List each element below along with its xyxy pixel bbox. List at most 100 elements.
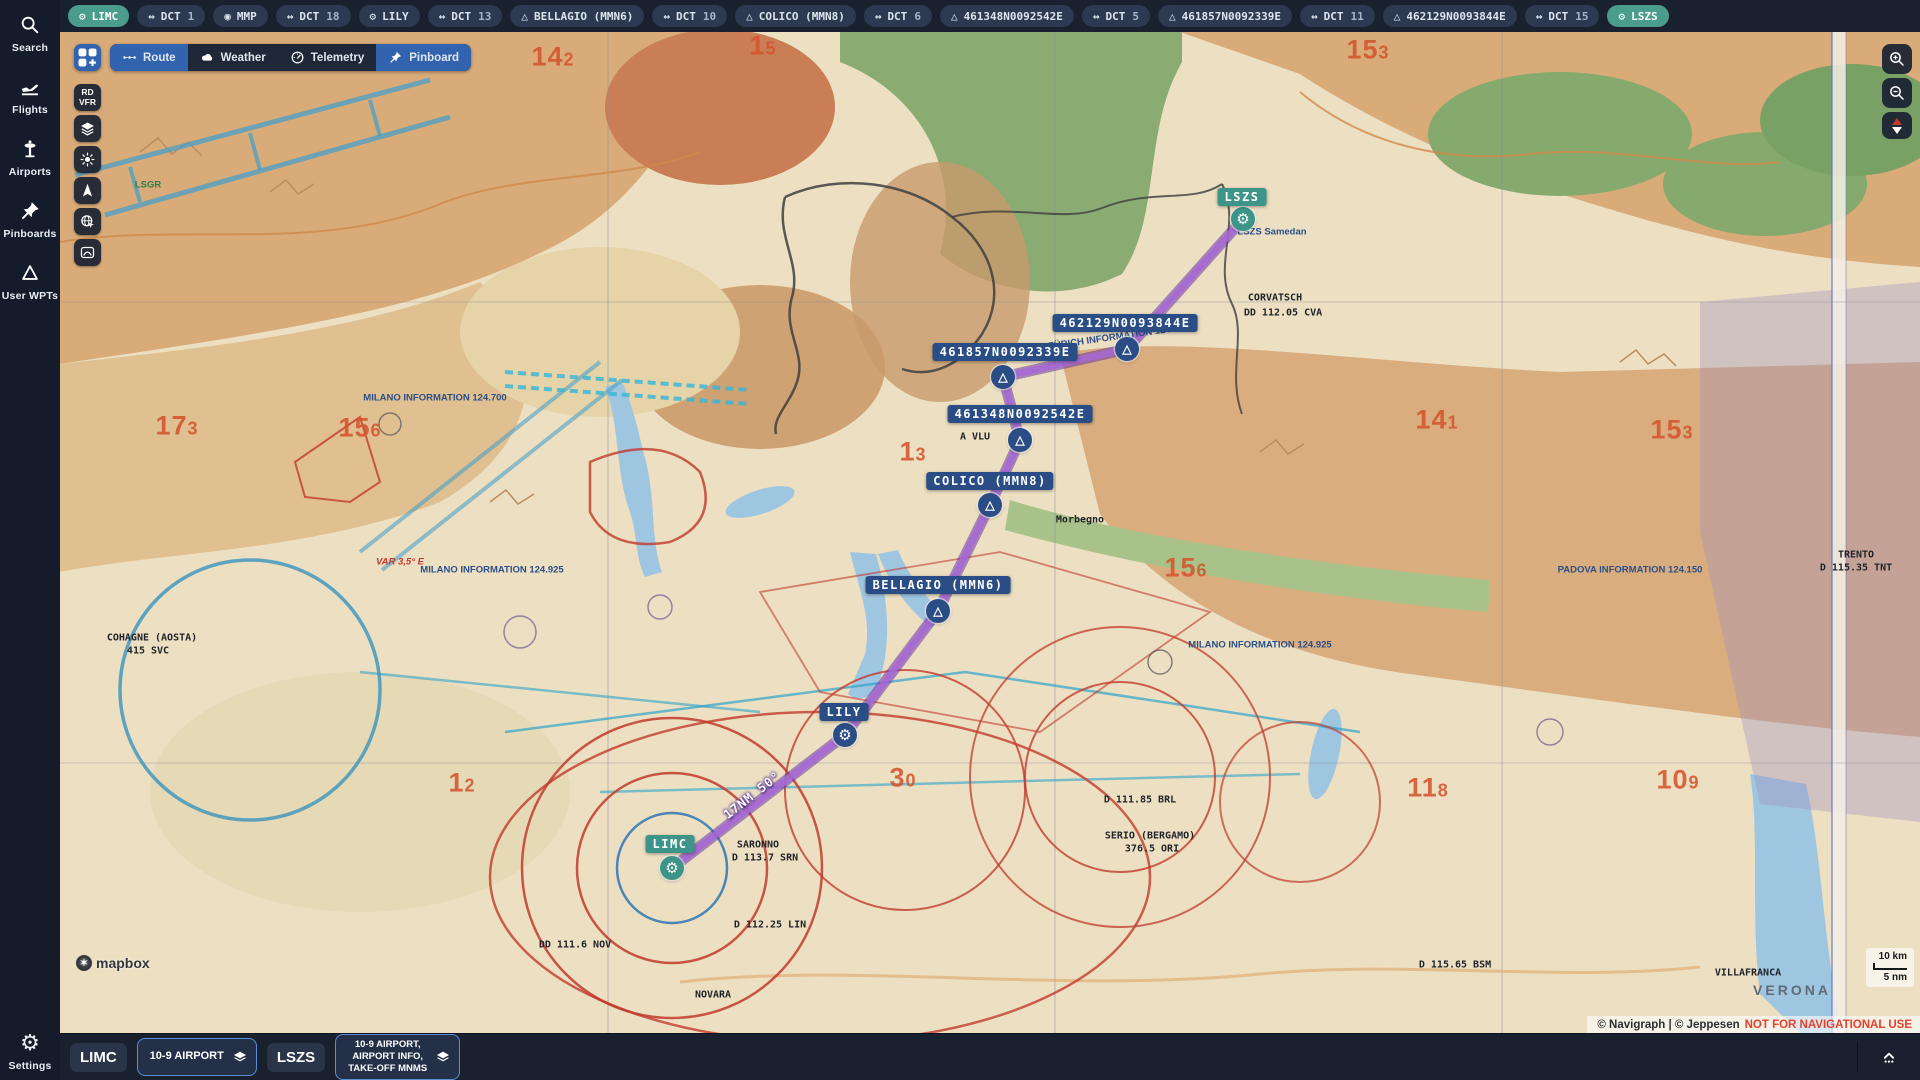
waypoint-label-limc[interactable]: LIMC: [646, 835, 695, 853]
dct-pill-icon: ↔: [148, 11, 155, 22]
sidebar-item-flights[interactable]: Flights: [0, 76, 60, 116]
airport-tower-icon: [19, 138, 41, 160]
waypoint-marker-wpt-461857[interactable]: △: [991, 365, 1015, 389]
globe-select-button[interactable]: [74, 208, 101, 235]
route-item-label: 462129N0093844E: [1406, 10, 1505, 23]
tab-pinboard[interactable]: Pinboard: [376, 44, 471, 71]
profile-toggle-button[interactable]: [1882, 112, 1912, 139]
map-toolbar: Route Weather Telemetry Pinboard: [74, 44, 471, 71]
sidebar-label: Settings: [8, 1060, 51, 1072]
route-item-dct-dct[interactable]: ↔DCT10: [652, 5, 727, 27]
route-item-dct-dct[interactable]: ↔DCT15: [1525, 5, 1600, 27]
route-item-airport-lszs[interactable]: ⚙ LSZS: [1607, 5, 1668, 27]
sidebar-item-user-wpts[interactable]: User WPTs: [0, 262, 60, 302]
dct-pill-icon: ↔: [287, 11, 294, 22]
sidebar-item-pinboards[interactable]: Pinboards: [0, 200, 60, 240]
brightness-button[interactable]: [74, 146, 101, 173]
route-item-user-461857n0092339e[interactable]: △461857N0092339E: [1158, 5, 1292, 27]
zoom-out-button[interactable]: [1882, 78, 1912, 108]
route-item-label: BELLAGIO (MMN6): [534, 10, 633, 23]
route-item-vrp-colico-mmn8-[interactable]: △COLICO (MMN8): [735, 5, 856, 27]
red-up-triangle-icon: [1892, 118, 1902, 125]
expand-panel-button[interactable]: [1868, 1039, 1910, 1075]
destination-airport-button[interactable]: LSZS: [267, 1043, 325, 1072]
route-item-label: LSZS: [1631, 10, 1658, 23]
vrp-pill-icon: △: [746, 11, 753, 22]
waypoint-label-bellagio[interactable]: BELLAGIO (MMN6): [866, 576, 1011, 594]
user-waypoint-triangle-icon: △: [1122, 343, 1131, 355]
zoom-in-button[interactable]: [1882, 44, 1912, 74]
route-item-dct-dct[interactable]: ↔DCT5: [1082, 5, 1150, 27]
measure-button[interactable]: [74, 239, 101, 266]
sidebar-label: Airports: [9, 166, 51, 178]
chart-layers-icon: [232, 1049, 248, 1065]
route-item-label: DCT: [451, 10, 471, 23]
dct-distance-badge: 13: [478, 10, 491, 23]
navigation-arrow-icon: [79, 182, 96, 199]
white-down-triangle-icon: [1892, 127, 1902, 134]
waypoint-label-wpt-462129[interactable]: 462129N0093844E: [1053, 314, 1198, 332]
user-pill-icon: △: [1169, 11, 1176, 22]
route-item-user-462129n0093844e[interactable]: △462129N0093844E: [1383, 5, 1517, 27]
origin-chart-dropdown[interactable]: 10-9 AIRPORT: [137, 1038, 257, 1076]
layers-button[interactable]: [74, 115, 101, 142]
triangle-waypoint-icon: [19, 262, 41, 284]
waypoint-marker-bellagio[interactable]: △: [926, 599, 950, 623]
origin-airport-button[interactable]: LIMC: [70, 1043, 127, 1072]
chart-type-button[interactable]: RD VFR: [74, 84, 101, 111]
brightness-sun-icon: [79, 151, 96, 168]
location-arrow-button[interactable]: [74, 177, 101, 204]
main-column: ⚙LIMC↔DCT1◉MMP↔DCT18⚙LILY↔DCT13△BELLAGIO…: [60, 0, 1920, 1080]
gear-icon: ⚙: [20, 1032, 40, 1054]
user-pill-icon: △: [951, 11, 958, 22]
airport-pill-icon: ⚙: [1618, 11, 1625, 22]
route-item-dct-dct[interactable]: ↔DCT13: [428, 5, 503, 27]
waypoint-marker-colico[interactable]: △: [978, 493, 1002, 517]
dct-distance-badge: 18: [326, 10, 339, 23]
sidebar-item-settings[interactable]: ⚙ Settings: [0, 1032, 60, 1072]
route-item-dct-dct[interactable]: ↔DCT6: [864, 5, 932, 27]
waypoint-label-lszs[interactable]: LSZS: [1218, 188, 1267, 206]
dct-pill-icon: ↔: [1311, 11, 1318, 22]
waypoint-label-colico[interactable]: COLICO (MMN8): [926, 472, 1053, 490]
map-tool-stack: RD VFR: [74, 84, 101, 266]
destination-chart-dropdown[interactable]: 10-9 AIRPORT, AIRPORT INFO, TAKE-OFF MNM…: [335, 1034, 460, 1080]
tab-weather[interactable]: Weather: [188, 44, 278, 71]
dashboard-grid-button[interactable]: [74, 44, 101, 71]
route-item-dct-dct[interactable]: ↔ DCT 18: [276, 5, 351, 27]
waypoint-label-lily[interactable]: LILY: [820, 703, 869, 721]
route-item-airport-limc[interactable]: ⚙LIMC: [68, 5, 129, 27]
route-dots-icon: [122, 50, 137, 65]
waypoint-marker-lily[interactable]: ⚙: [833, 723, 857, 747]
sidebar-item-search[interactable]: Search: [0, 14, 60, 54]
mapbox-icon: ✶: [76, 955, 92, 971]
sidebar-item-airports[interactable]: Airports: [0, 138, 60, 178]
waypoint-marker-limc[interactable]: ⚙: [660, 856, 684, 880]
route-item-vrp-bellagio-mmn6-[interactable]: △BELLAGIO (MMN6): [510, 5, 644, 27]
route-item-label: MMP: [237, 10, 257, 23]
user-waypoint-triangle-icon: △: [1015, 434, 1024, 446]
route-item-user-461348n0092542e[interactable]: △ 461348N0092542E: [940, 5, 1074, 27]
scale-bar: [1873, 963, 1907, 970]
map-canvas[interactable]: 14215153173156131561411531181091230FIS Z…: [60, 32, 1920, 1033]
waypoint-label-wpt-461348[interactable]: 461348N0092542E: [948, 405, 1093, 423]
waypoint-marker-wpt-462129[interactable]: △: [1115, 337, 1139, 361]
pinboard-pin-icon: [388, 50, 403, 65]
dct-distance-badge: 6: [914, 10, 921, 23]
tab-telemetry[interactable]: Telemetry: [278, 44, 376, 71]
waypoint-marker-wpt-461348[interactable]: △: [1008, 428, 1032, 452]
waypoint-marker-lszs[interactable]: ⚙: [1231, 207, 1255, 231]
route-item-label: 461348N0092542E: [964, 10, 1063, 23]
dct-pill-icon: ↔: [1093, 11, 1100, 22]
route-item-dct-dct[interactable]: ↔DCT11: [1300, 5, 1375, 27]
dct-distance-badge: 15: [1575, 10, 1588, 23]
waypoint-label-wpt-461857[interactable]: 461857N0092339E: [933, 343, 1078, 361]
chevron-up-dots-icon: [1879, 1049, 1899, 1065]
bottom-bar-divider: [1857, 1042, 1858, 1072]
route-item-vor-mmp[interactable]: ◉MMP: [213, 5, 268, 27]
route-item-fix-lily[interactable]: ⚙LILY: [359, 5, 420, 27]
route-item-dct-dct[interactable]: ↔DCT1: [137, 5, 205, 27]
map-scale: 10 km 5 nm: [1866, 948, 1914, 987]
tab-route[interactable]: Route: [110, 44, 188, 71]
route-item-label: DCT: [299, 10, 319, 23]
